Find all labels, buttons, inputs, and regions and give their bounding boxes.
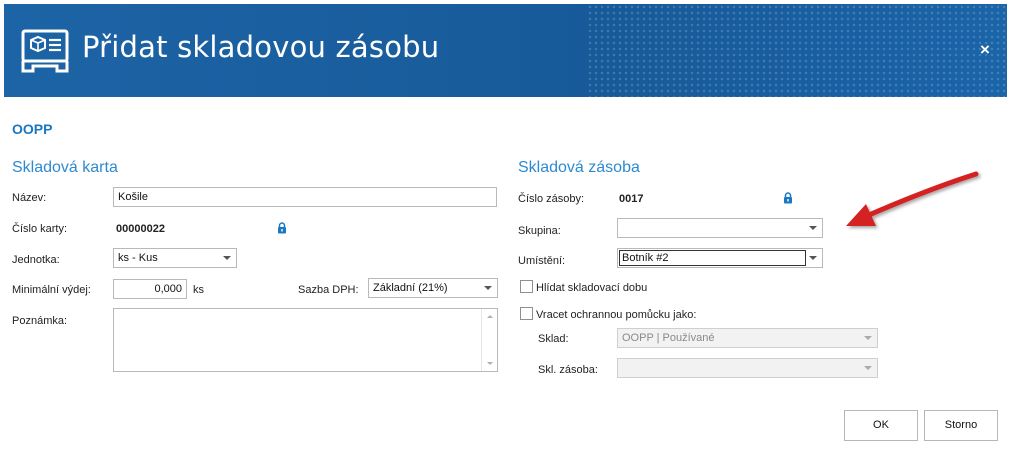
cislo-zasoby-label: Číslo zásoby:: [518, 193, 585, 205]
hlidat-checkbox[interactable]: [520, 280, 533, 293]
close-icon[interactable]: ×: [977, 41, 993, 58]
lock-icon: [278, 222, 286, 234]
lock-icon: [784, 192, 792, 204]
sazba-dph-select[interactable]: Základní (21%): [368, 278, 498, 298]
sazba-dph-select-value: Základní (21%): [373, 282, 448, 294]
scroll-down-icon[interactable]: [487, 362, 493, 365]
inventory-box-icon: [21, 29, 69, 73]
annotation-arrow-icon: [846, 171, 979, 226]
nazev-input[interactable]: [113, 187, 497, 207]
sklad-select[interactable]: OOPP | Používané: [617, 328, 878, 348]
cislo-karty-value: 00000022: [116, 223, 165, 235]
sazba-dph-label: Sazba DPH:: [298, 284, 359, 296]
umisteni-select-value: Botník #2: [622, 252, 669, 264]
vracet-checkbox[interactable]: [520, 307, 533, 320]
ok-button[interactable]: OK: [844, 410, 918, 441]
dialog-title: Přidat skladovou zásobu: [82, 30, 440, 64]
poznamka-label: Poznámka:: [12, 315, 68, 327]
skupina-label: Skupina:: [518, 225, 561, 237]
min-vydej-label: Minimální výdej:: [12, 284, 91, 296]
chevron-down-icon[interactable]: [484, 286, 492, 290]
poznamka-textarea[interactable]: [113, 308, 498, 372]
min-vydej-input[interactable]: [113, 279, 187, 299]
skupina-select[interactable]: [617, 218, 823, 238]
chevron-down-icon[interactable]: [864, 366, 872, 370]
hlidat-label[interactable]: Hlídat skladovací dobu: [536, 282, 647, 294]
section-title-skladova-karta: Skladová karta: [12, 159, 118, 176]
chevron-down-icon[interactable]: [223, 256, 231, 260]
scroll-up-icon[interactable]: [487, 315, 493, 318]
chevron-down-icon[interactable]: [809, 226, 817, 230]
jednotka-select-value: ks - Kus: [118, 252, 158, 264]
nazev-label: Název:: [12, 192, 47, 204]
cislo-zasoby-value: 0017: [619, 193, 644, 205]
umisteni-select[interactable]: Botník #2: [617, 248, 823, 268]
poznamka-scrollbar[interactable]: [481, 309, 497, 371]
chevron-down-icon[interactable]: [864, 336, 872, 340]
dialog-titlebar: Přidat skladovou zásobu ×: [4, 4, 1007, 97]
chevron-down-icon[interactable]: [809, 256, 817, 260]
skl-zasoba-select[interactable]: [617, 358, 878, 378]
jednotka-select[interactable]: ks - Kus: [113, 248, 237, 268]
cislo-karty-label: Číslo karty:: [12, 223, 68, 235]
page-heading: OOPP: [12, 121, 53, 137]
skl-zasoba-label: Skl. zásoba:: [538, 364, 598, 376]
titlebar-pattern: [587, 4, 1007, 97]
section-title-skladova-zasoba: Skladová zásoba: [518, 159, 640, 176]
vracet-label[interactable]: Vracet ochrannou pomůcku jako:: [536, 309, 696, 321]
jednotka-label: Jednotka:: [12, 254, 60, 266]
min-vydej-unit: ks: [193, 284, 204, 296]
sklad-select-value: OOPP | Používané: [622, 332, 715, 344]
umisteni-label: Umístění:: [518, 255, 566, 267]
sklad-label: Sklad:: [538, 333, 569, 345]
storno-button[interactable]: Storno: [924, 410, 998, 441]
